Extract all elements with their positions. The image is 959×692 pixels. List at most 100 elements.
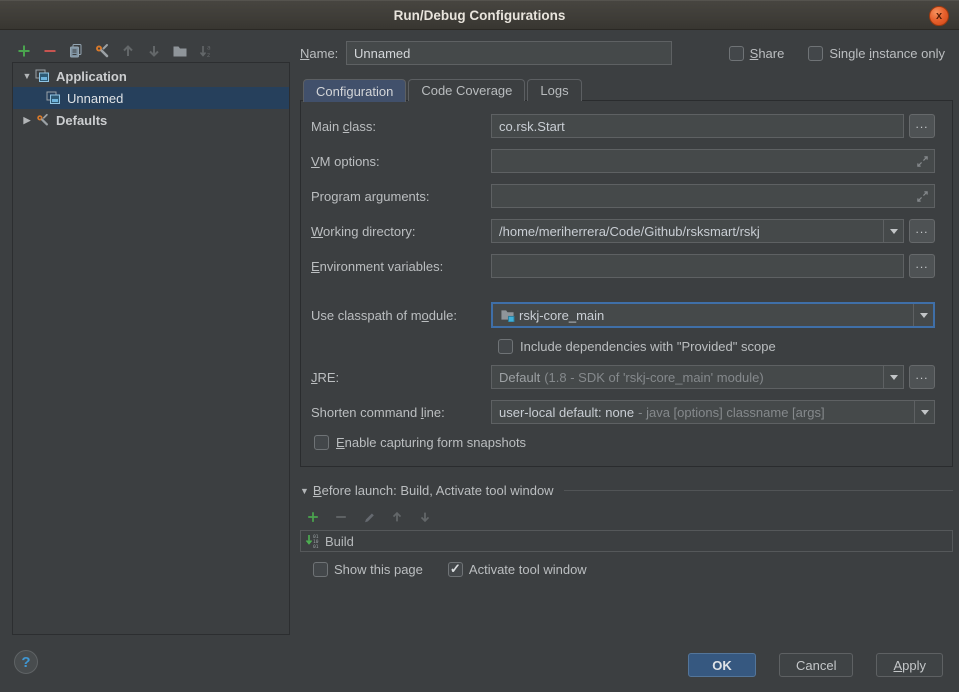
tab-bar: Configuration Code Coverage Logs xyxy=(300,79,953,101)
application-icon xyxy=(35,69,51,83)
combo-arrow-icon[interactable] xyxy=(914,401,934,423)
working-directory-combo[interactable]: /home/meriherrera/Code/Github/rsksmart/r… xyxy=(491,219,904,243)
edit-defaults-wrench-icon[interactable] xyxy=(94,43,110,59)
main-class-input[interactable]: co.rsk.Start xyxy=(491,114,904,138)
task-item-build[interactable]: Build xyxy=(325,534,354,549)
run-debug-configurations-dialog: { "window": { "title": "Run/Debug Config… xyxy=(0,0,959,692)
show-this-page-label: Show this page xyxy=(334,562,423,577)
sidebar: az ▼ Application Unnamed ▶ Defaults xyxy=(0,30,292,692)
svg-text:a: a xyxy=(207,44,211,51)
wrench-icon xyxy=(35,113,51,127)
expand-field-icon[interactable] xyxy=(916,155,929,171)
include-provided-row: Include dependencies with "Provided" sco… xyxy=(498,339,935,354)
use-classpath-combo[interactable]: rskj-core_main xyxy=(491,302,935,328)
jre-label: JRE: xyxy=(311,370,491,385)
activate-tool-window-checkbox[interactable] xyxy=(448,562,463,577)
vm-options-label: VM options: xyxy=(311,154,491,169)
name-row: Name: Unnamed Share Single instance only xyxy=(300,41,953,65)
folder-icon[interactable] xyxy=(172,43,188,59)
jre-row: JRE: Default (1.8 - SDK of 'rskj-core_ma… xyxy=(311,365,935,389)
use-classpath-row: Use classpath of module: rskj-core_main xyxy=(311,302,935,328)
include-provided-label: Include dependencies with "Provided" sco… xyxy=(520,339,776,354)
include-provided-checkbox[interactable] xyxy=(498,339,513,354)
environment-variables-label: Environment variables: xyxy=(311,259,491,274)
vm-options-row: VM options: xyxy=(311,149,935,173)
use-classpath-label: Use classpath of module: xyxy=(311,308,491,323)
tree-item-label: Defaults xyxy=(56,113,107,128)
share-label: Share xyxy=(750,46,785,61)
before-launch-task-list: 01 10 01 Build xyxy=(300,530,953,552)
tree-item-label: Unnamed xyxy=(67,91,123,106)
remove-icon[interactable] xyxy=(42,43,58,59)
environment-variables-browse-button[interactable]: ... xyxy=(909,254,935,278)
chevron-right-icon[interactable]: ▶ xyxy=(21,115,33,126)
activate-tool-window-label: Activate tool window xyxy=(469,562,587,577)
close-icon: x xyxy=(936,11,942,22)
share-checkbox[interactable] xyxy=(729,46,744,61)
name-input[interactable]: Unnamed xyxy=(346,41,672,65)
single-instance-checkbox[interactable] xyxy=(808,46,823,61)
name-value: Unnamed xyxy=(354,46,410,61)
shorten-command-line-combo[interactable]: user-local default: none - java [options… xyxy=(491,400,935,424)
jre-combo[interactable]: Default (1.8 - SDK of 'rskj-core_main' m… xyxy=(491,365,904,389)
main-content: Name: Unnamed Share Single instance only… xyxy=(300,30,953,577)
jre-browse-button[interactable]: ... xyxy=(909,365,935,389)
shorten-command-line-label: Shorten command line: xyxy=(311,405,491,420)
svg-text:z: z xyxy=(207,52,210,59)
tree-item-unnamed[interactable]: Unnamed xyxy=(13,87,289,109)
help-button[interactable]: ? xyxy=(14,650,38,674)
working-directory-browse-button[interactable]: ... xyxy=(909,219,935,243)
main-class-label: Main class: xyxy=(311,119,491,134)
svg-text:01: 01 xyxy=(313,544,319,549)
name-label: Name: xyxy=(300,46,346,61)
environment-variables-input[interactable] xyxy=(491,254,904,278)
chevron-down-icon[interactable]: ▼ xyxy=(300,486,309,496)
chevron-down-icon[interactable]: ▼ xyxy=(21,71,33,81)
configurations-tree: ▼ Application Unnamed ▶ Defaults xyxy=(12,62,290,635)
main-class-browse-button[interactable]: ... xyxy=(909,114,935,138)
pencil-icon[interactable] xyxy=(361,509,377,525)
tree-item-defaults[interactable]: ▶ Defaults xyxy=(13,109,289,131)
tab-code-coverage[interactable]: Code Coverage xyxy=(408,79,525,101)
header-checkboxes: Share Single instance only xyxy=(729,46,953,61)
divider xyxy=(564,490,953,491)
shorten-command-line-row: Shorten command line: user-local default… xyxy=(311,400,935,424)
add-icon[interactable] xyxy=(305,509,321,525)
combo-arrow-icon[interactable] xyxy=(913,304,933,326)
add-icon[interactable] xyxy=(16,43,32,59)
tab-configuration[interactable]: Configuration xyxy=(303,79,406,102)
capture-snapshots-label: Enable capturing form snapshots xyxy=(336,435,526,450)
tree-item-label: Application xyxy=(56,69,127,84)
capture-snapshots-checkbox[interactable] xyxy=(314,435,329,450)
help-icon: ? xyxy=(21,654,30,671)
before-launch-checkboxes: Show this page Activate tool window xyxy=(300,562,953,577)
move-down-icon[interactable] xyxy=(417,509,433,525)
module-icon xyxy=(500,308,515,322)
capture-snapshots-row: Enable capturing form snapshots xyxy=(314,435,935,450)
before-launch-toolbar xyxy=(300,509,953,525)
before-launch-title: Before launch: Build, Activate tool wind… xyxy=(313,483,554,498)
move-up-icon[interactable] xyxy=(389,509,405,525)
show-this-page-checkbox[interactable] xyxy=(313,562,328,577)
build-icon: 01 10 01 xyxy=(305,533,321,549)
combo-arrow-icon[interactable] xyxy=(883,366,903,388)
configuration-panel: Main class: co.rsk.Start ... VM options: xyxy=(300,100,953,467)
move-down-icon[interactable] xyxy=(146,43,162,59)
tree-item-application[interactable]: ▼ Application xyxy=(13,65,289,87)
ok-button[interactable]: OK xyxy=(688,653,756,677)
tab-logs[interactable]: Logs xyxy=(527,79,581,101)
cancel-button[interactable]: Cancel xyxy=(779,653,853,677)
expand-field-icon[interactable] xyxy=(916,190,929,206)
apply-button[interactable]: Apply xyxy=(876,653,943,677)
remove-icon[interactable] xyxy=(333,509,349,525)
working-directory-label: Working directory: xyxy=(311,224,491,239)
combo-arrow-icon[interactable] xyxy=(883,220,903,242)
close-button[interactable]: x xyxy=(929,6,949,26)
application-icon xyxy=(46,91,62,105)
sort-alpha-icon[interactable]: az xyxy=(198,43,214,59)
copy-icon[interactable] xyxy=(68,43,84,59)
window-title: Run/Debug Configurations xyxy=(394,8,566,23)
vm-options-input[interactable] xyxy=(491,149,935,173)
move-up-icon[interactable] xyxy=(120,43,136,59)
program-arguments-input[interactable] xyxy=(491,184,935,208)
